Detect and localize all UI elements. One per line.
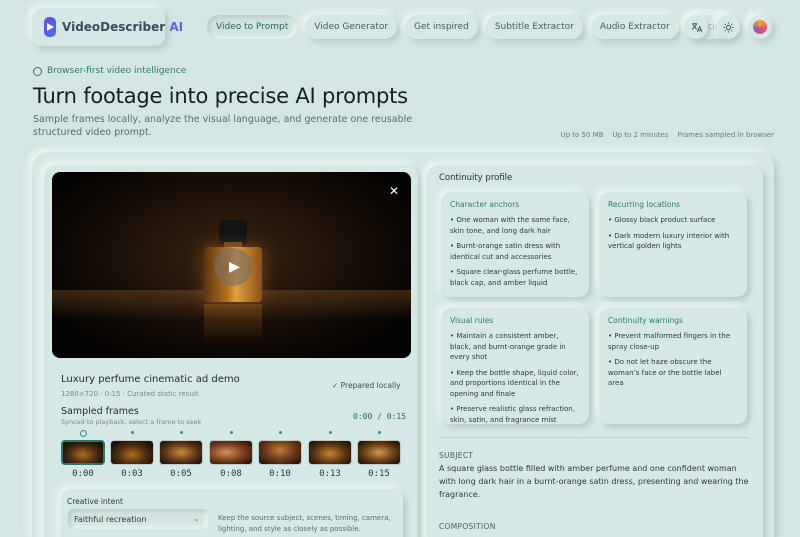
avatar-icon [753, 20, 767, 34]
logo-icon [44, 17, 56, 37]
brand[interactable]: VideoDescriber AI [32, 8, 183, 46]
close-icon[interactable]: ✕ [389, 184, 399, 198]
globe-icon [33, 66, 42, 76]
limit-size: Up to 50 MB [560, 131, 604, 139]
perfume-bottle-cap [219, 220, 247, 244]
frame-thumb-1[interactable]: 0:03 [110, 431, 154, 483]
tab-video-to-prompt[interactable]: Video to Prompt [207, 15, 298, 39]
tab-get-inspired[interactable]: Get inspired [405, 15, 478, 39]
tab-subtitle-extractor[interactable]: Subtitle Extractor [485, 15, 583, 39]
list-item: • Square clear-glass perfume bottle, bla… [450, 268, 578, 287]
list-item: • Prevent malformed fingers in the spray… [608, 332, 731, 351]
continuity-title: Continuity profile [439, 173, 513, 183]
status-badge: ✓ Prepared locally [332, 381, 401, 390]
frame-time: 0:10 [269, 469, 291, 479]
list-item: • Maintain a consistent amber, black, an… [450, 332, 566, 361]
list-item: • Preserve realistic glass refraction, s… [450, 405, 575, 424]
sampled-frames-subtitle: Synced to playback, select a frame to se… [61, 418, 202, 426]
frame-thumb-4[interactable]: 0:10 [258, 431, 302, 483]
frame-marker [378, 431, 381, 434]
limit-duration: Up to 2 minutes [612, 131, 669, 139]
chevron-down-icon: ⌄ [193, 514, 200, 523]
bottle-reflection [204, 304, 262, 342]
hero-eyebrow: Browser-first video intelligence [33, 66, 186, 76]
frame-time: 0:08 [220, 469, 242, 479]
frame-image [61, 440, 105, 465]
continuity-warnings-card: Continuity warnings • Prevent malformed … [599, 308, 747, 424]
creative-intent-select[interactable]: Faithful recreation ⌄ [68, 509, 208, 529]
tab-video-generator[interactable]: Video Generator [305, 15, 398, 39]
theme-sun-icon[interactable] [716, 15, 740, 39]
frame-thumb-2[interactable]: 0:05 [159, 431, 203, 483]
play-icon[interactable]: ▶ [214, 248, 252, 286]
playback-timecode: 0:00 / 0:15 [353, 412, 406, 421]
video-player[interactable]: ▶ ✕ [52, 172, 411, 358]
brand-name: VideoDescriber AI [62, 20, 184, 34]
frame-image [357, 440, 401, 465]
recurring-locations-card: Recurring locations • Glossy black produ… [599, 192, 747, 297]
frame-image [308, 440, 352, 465]
frame-thumb-5[interactable]: 0:13 [308, 431, 352, 483]
frame-thumb-6[interactable]: 0:15 [357, 431, 401, 483]
divider [439, 437, 749, 438]
frame-image [209, 440, 253, 465]
visual-rules-card: Visual rules • Maintain a consistent amb… [441, 308, 589, 424]
video-title: Luxury perfume cinematic ad demo [61, 374, 240, 385]
list-item: • Glossy black product surface [608, 216, 716, 224]
frame-marker [329, 431, 332, 434]
page-title: Turn footage into precise AI prompts [33, 84, 408, 108]
frame-marker [230, 431, 233, 434]
creative-intent-description: Keep the source subject, scenes, timing,… [218, 514, 391, 533]
frame-marker [131, 431, 134, 434]
list-item: • Burnt-orange satin dress with identica… [450, 242, 561, 261]
top-nav: VideoDescriber AI Video to Prompt Video … [32, 8, 772, 46]
list-item: • Keep the bottle shape, liquid color, a… [450, 368, 579, 398]
frame-time: 0:13 [319, 469, 341, 479]
subject-text: A square glass bottle filled with amber … [439, 464, 749, 499]
list-item: • Do not let haze obscure the woman’s fa… [608, 358, 722, 387]
frame-time: 0:15 [368, 469, 390, 479]
card-heading: Character anchors [450, 200, 520, 209]
limit-sampling: Frames sampled in browser [677, 131, 774, 139]
nav-icons [684, 15, 772, 39]
card-heading: Visual rules [450, 316, 494, 325]
avatar[interactable] [748, 15, 772, 39]
frame-strip: 0:00 0:03 0:05 0:08 0:10 0:13 0:15 [61, 430, 403, 483]
frame-marker [279, 431, 282, 434]
eyebrow-text: Browser-first video intelligence [47, 66, 187, 76]
creative-intent-label: Creative intent [67, 497, 123, 506]
creative-intent-value: Faithful recreation [74, 514, 147, 524]
nav-tabs: Video to Prompt Video Generator Get insp… [207, 15, 736, 39]
frame-thumb-0[interactable]: 0:00 [61, 430, 105, 483]
page-subtitle: Sample frames locally, analyze the visua… [33, 114, 413, 138]
frame-image [258, 440, 302, 465]
tab-audio-extractor[interactable]: Audio Extractor [590, 15, 679, 39]
frame-time: 0:03 [121, 469, 143, 479]
composition-label: COMPOSITION [439, 522, 496, 531]
frame-image [159, 440, 203, 465]
sampled-frames-title: Sampled frames [61, 406, 139, 417]
character-anchors-card: Character anchors • One woman with the s… [441, 192, 589, 297]
frame-marker [180, 431, 183, 434]
subject-label: SUBJECT [439, 451, 474, 460]
card-heading: Continuity warnings [608, 316, 683, 325]
frame-thumb-3[interactable]: 0:08 [209, 431, 253, 483]
frame-time: 0:00 [72, 469, 94, 479]
card-heading: Recurring locations [608, 200, 681, 209]
frame-time: 0:05 [170, 469, 192, 479]
frame-image [110, 440, 154, 465]
upload-limits: Up to 50 MB Up to 2 minutes Frames sampl… [560, 131, 774, 139]
list-item: • Dark modern luxury interior with verti… [608, 231, 730, 251]
frame-marker [80, 430, 87, 437]
video-meta: 1280×720 · 0:15 · Curated static result [61, 390, 199, 398]
translate-icon[interactable] [684, 15, 708, 39]
list-item: • One woman with the same face, skin ton… [450, 216, 570, 235]
